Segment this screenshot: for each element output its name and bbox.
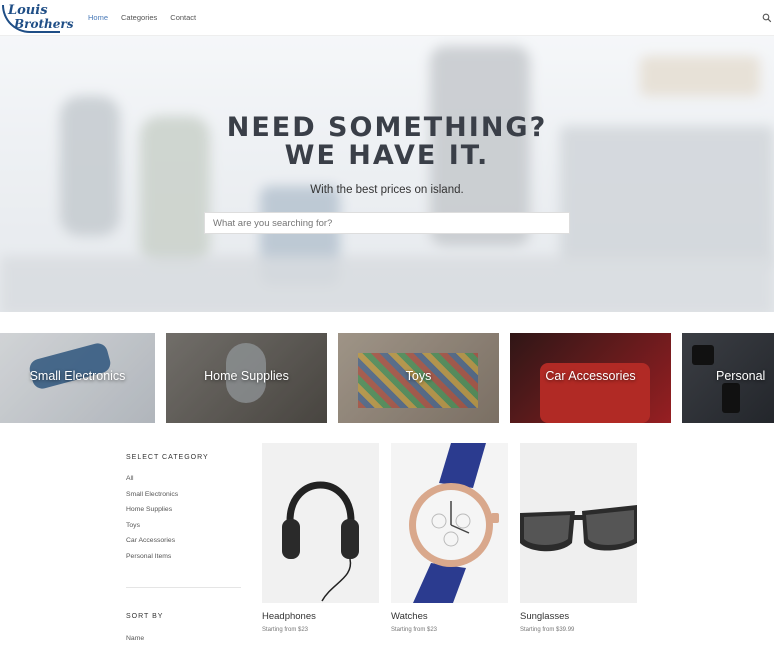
tile-small-electronics[interactable]: Small Electronics	[0, 333, 155, 423]
tile-photo	[722, 383, 740, 413]
product-price: Starting from $39.99	[520, 627, 575, 633]
nav-home[interactable]: Home	[88, 13, 108, 22]
category-filter-heading: SELECT CATEGORY	[126, 454, 209, 461]
product-name[interactable]: Headphones	[262, 611, 379, 622]
tile-personal[interactable]: Personal	[682, 333, 774, 423]
brand-logo[interactable]: Louis Brothers	[2, 2, 73, 34]
brand-line1: Louis	[8, 3, 48, 18]
product-image-headphones[interactable]	[262, 443, 379, 603]
hero-title-line1: NEED SOMETHING?	[226, 112, 548, 143]
tile-label: Home Supplies	[204, 369, 289, 383]
tile-label: Small Electronics	[29, 369, 126, 383]
hero-title-line2: WE HAVE IT.	[284, 140, 490, 171]
tile-label: Toys	[405, 369, 432, 383]
filter-item-toys[interactable]: Toys	[126, 522, 241, 538]
tile-photo	[692, 345, 714, 365]
hero-search-input[interactable]	[204, 212, 570, 234]
filter-item-home-supplies[interactable]: Home Supplies	[126, 506, 241, 522]
watch-icon	[409, 443, 499, 603]
site-header: Louis Brothers Home Categories Contact	[0, 0, 774, 36]
product-price: Starting from $23	[391, 627, 438, 633]
sort-option-name[interactable]: Name	[126, 635, 144, 642]
filter-item-small-electronics[interactable]: Small Electronics	[126, 491, 241, 507]
product-image-watches[interactable]	[391, 443, 508, 603]
filter-item-personal-items[interactable]: Personal Items	[126, 553, 241, 569]
hero-overlay	[0, 36, 774, 312]
sidebar-divider	[126, 587, 241, 588]
product-name[interactable]: Sunglasses	[520, 611, 637, 622]
tile-home-supplies[interactable]: Home Supplies	[166, 333, 327, 423]
product-card-headphones[interactable]: Headphones Starting from $23	[262, 443, 379, 633]
product-card-watches[interactable]: Watches Starting from $23	[391, 443, 508, 633]
tile-toys[interactable]: Toys	[338, 333, 499, 423]
category-filter-list: All Small Electronics Home Supplies Toys…	[126, 475, 241, 569]
brand-line2: Brothers	[14, 17, 74, 31]
filter-item-car-accessories[interactable]: Car Accessories	[126, 537, 241, 553]
search-icon[interactable]	[762, 13, 772, 23]
main-nav: Home Categories Contact	[88, 13, 196, 22]
sort-heading: SORT BY	[126, 613, 164, 620]
nav-contact[interactable]: Contact	[170, 13, 196, 22]
tile-car-accessories[interactable]: Car Accessories	[510, 333, 671, 423]
headphones-icon	[282, 481, 359, 602]
hero-subtitle: With the best prices on island.	[310, 184, 464, 196]
product-image-sunglasses[interactable]	[520, 443, 637, 603]
sunglasses-icon	[520, 505, 637, 552]
nav-categories[interactable]: Categories	[121, 13, 157, 22]
tile-label: Personal	[716, 369, 766, 383]
tile-label: Car Accessories	[545, 369, 636, 383]
hero-banner: NEED SOMETHING? WE HAVE IT. With the bes…	[0, 36, 774, 312]
product-name[interactable]: Watches	[391, 611, 508, 622]
category-tiles: Small Electronics Home Supplies Toys Car…	[0, 333, 774, 423]
filter-sidebar: SELECT CATEGORY All Small Electronics Ho…	[126, 454, 241, 642]
product-price: Starting from $23	[262, 627, 309, 633]
filter-item-all[interactable]: All	[126, 475, 241, 491]
product-card-sunglasses[interactable]: Sunglasses Starting from $39.99	[520, 443, 637, 633]
